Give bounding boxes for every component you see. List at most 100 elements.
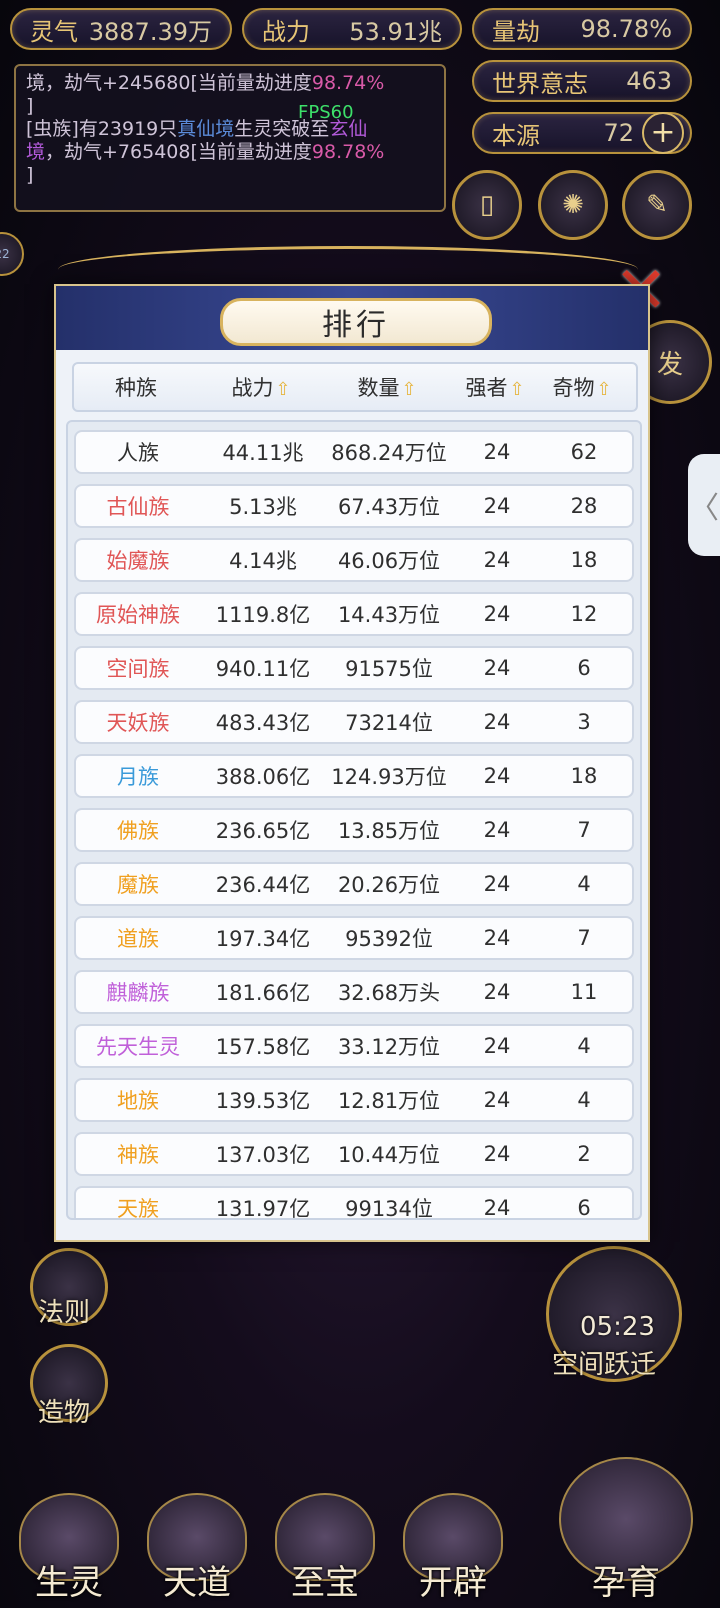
header-count-label: 数量 <box>357 376 400 400</box>
left-badge[interactable]: 22 <box>0 232 24 276</box>
table-row[interactable]: 佛族 236.65亿 13.85万位 24 7 <box>74 808 634 852</box>
sort-arrow-icon[interactable]: ⇧ <box>275 379 290 400</box>
power-cell: 157.58亿 <box>215 1035 311 1059</box>
header-power[interactable]: 战力 ⇧ <box>198 372 324 402</box>
count-cell: 67.43万位 <box>337 495 441 519</box>
nav-sheng-ling[interactable]: 生灵 <box>14 1488 124 1608</box>
table-header: 种族 战力 ⇧ 数量 ⇧ 强者 ⇧ 奇物 ⇧ <box>72 362 638 412</box>
fa-ze-label[interactable]: 法则 <box>38 1292 90 1329</box>
fps-counter: FPS60 <box>298 102 354 123</box>
log-progress: 98.78% <box>311 141 385 163</box>
modal-header: 排行 <box>56 286 648 350</box>
space-jump-timer: 05:23 <box>580 1312 655 1342</box>
count-cell: 46.06万位 <box>337 549 441 573</box>
log-text: ，劫气+765408[当前量劫进度 <box>45 141 312 163</box>
count-cell: 32.68万头 <box>337 981 441 1005</box>
shijie-pill[interactable]: 世界意志 463 <box>472 60 692 102</box>
liangjie-value: 98.78% <box>580 15 672 43</box>
lingqi-label: 灵气 <box>30 17 78 46</box>
count-cell: 73214位 <box>345 711 433 735</box>
benyuan-label: 本源 <box>492 121 540 150</box>
ranking-modal: 排行 种族 战力 ⇧ 数量 ⇧ 强者 ⇧ 奇物 ⇧ 人族 44.11兆 868.24万位 24… <box>54 284 650 1242</box>
table-row[interactable]: 原始神族 1119.8亿 14.43万位 24 12 <box>74 592 634 636</box>
benyuan-right: 72 + <box>603 112 684 154</box>
chevron-left-icon: 〈 <box>689 491 719 526</box>
header-power-label: 战力 <box>231 376 274 400</box>
table-row[interactable]: 人族 44.11兆 868.24万位 24 62 <box>74 430 634 474</box>
horn-icon[interactable]: ✎ <box>622 170 692 240</box>
zhanli-pill: 战力 53.91兆 <box>242 8 462 50</box>
nav-kai-pi[interactable]: 开辟 <box>398 1488 508 1608</box>
table-row[interactable]: 空间族 940.11亿 91575位 24 6 <box>74 646 634 690</box>
header-items[interactable]: 奇物 ⇧ <box>540 372 624 402</box>
power-cell: 5.13兆 <box>229 495 297 519</box>
strong-cell: 24 <box>483 656 511 680</box>
sort-arrow-icon[interactable]: ⇧ <box>509 379 524 400</box>
modal-title: 排行 <box>220 298 492 346</box>
card-icon[interactable]: ▯ <box>452 170 522 240</box>
nav-yun-yu[interactable]: 孕育 <box>556 1448 696 1608</box>
items-cell: 7 <box>577 818 591 842</box>
nav-label: 生灵 <box>35 1563 103 1603</box>
count-cell: 868.24万位 <box>331 441 447 465</box>
liangjie-label: 量劫 <box>492 17 540 46</box>
strong-cell: 24 <box>483 1088 511 1112</box>
table-row[interactable]: 地族 139.53亿 12.81万位 24 4 <box>74 1078 634 1122</box>
race-cell: 先天生灵 <box>96 1035 180 1059</box>
items-cell: 6 <box>577 656 591 680</box>
table-row[interactable]: 麒麟族 181.66亿 32.68万头 24 11 <box>74 970 634 1014</box>
nav-tian-dao[interactable]: 天道 <box>142 1488 252 1608</box>
table-row[interactable]: 天妖族 483.43亿 73214位 24 3 <box>74 700 634 744</box>
header-strong-label: 强者 <box>465 376 508 400</box>
zao-wu-label[interactable]: 造物 <box>38 1392 90 1429</box>
table-row[interactable]: 古仙族 5.13兆 67.43万位 24 28 <box>74 484 634 528</box>
count-cell: 20.26万位 <box>337 873 441 897</box>
strong-cell: 24 <box>483 1142 511 1166</box>
header-race: 种族 <box>74 372 198 402</box>
log-text: ] <box>26 164 34 186</box>
race-cell: 魔族 <box>117 873 159 897</box>
add-benyuan-button[interactable]: + <box>642 112 684 154</box>
table-row[interactable]: 道族 197.34亿 95392位 24 7 <box>74 916 634 960</box>
header-strong[interactable]: 强者 ⇧ <box>450 372 540 402</box>
nav-label: 天道 <box>163 1563 231 1603</box>
power-cell: 236.65亿 <box>215 819 311 843</box>
table-row[interactable]: 始魔族 4.14兆 46.06万位 24 18 <box>74 538 634 582</box>
table-row[interactable]: 天族 131.97亿 99134位 24 6 <box>74 1186 634 1218</box>
log-line-3: [虫族]有23919只真仙境生灵突破至玄仙 <box>26 118 434 141</box>
left-badge-text: 22 <box>0 247 10 261</box>
sort-arrow-icon[interactable]: ⇧ <box>596 379 611 400</box>
header-items-label: 奇物 <box>552 376 595 400</box>
nav-zhi-bao[interactable]: 至宝 <box>270 1488 380 1608</box>
count-cell: 33.12万位 <box>337 1035 441 1059</box>
items-cell: 4 <box>577 872 591 896</box>
strong-cell: 24 <box>483 926 511 950</box>
nav-label: 开辟 <box>419 1563 487 1603</box>
sort-arrow-icon[interactable]: ⇧ <box>401 379 416 400</box>
strong-cell: 24 <box>483 710 511 734</box>
table-row[interactable]: 先天生灵 157.58亿 33.12万位 24 4 <box>74 1024 634 1068</box>
zhanli-label: 战力 <box>262 17 310 46</box>
liangjie-pill: 量劫 98.78% <box>472 8 692 50</box>
power-cell: 137.03亿 <box>215 1143 311 1167</box>
swirl-icon[interactable]: ✺ <box>538 170 608 240</box>
strong-cell: 24 <box>483 548 511 572</box>
space-jump-label[interactable]: 空间跃迁 <box>552 1344 656 1381</box>
strong-cell: 24 <box>483 602 511 626</box>
header-count[interactable]: 数量 ⇧ <box>324 372 450 402</box>
strong-cell: 24 <box>483 818 511 842</box>
ranking-list[interactable]: 人族 44.11兆 868.24万位 24 62 古仙族 5.13兆 67.43万位 24 28 始… <box>66 420 642 1220</box>
table-row[interactable]: 魔族 236.44亿 20.26万位 24 4 <box>74 862 634 906</box>
nav-label: 至宝 <box>291 1563 359 1603</box>
log-progress: 98.74% <box>311 72 385 94</box>
table-row[interactable]: 神族 137.03亿 10.44万位 24 2 <box>74 1132 634 1176</box>
items-cell: 18 <box>570 548 598 572</box>
race-cell: 始魔族 <box>106 549 170 573</box>
side-drawer-handle[interactable]: 〈 <box>688 454 720 556</box>
fa-label: 发 <box>656 349 683 380</box>
power-cell: 483.43亿 <box>215 711 311 735</box>
table-row[interactable]: 月族 388.06亿 124.93万位 24 18 <box>74 754 634 798</box>
items-cell: 2 <box>577 1142 591 1166</box>
power-cell: 139.53亿 <box>215 1089 311 1113</box>
benyuan-pill: 本源 72 + <box>472 112 692 154</box>
